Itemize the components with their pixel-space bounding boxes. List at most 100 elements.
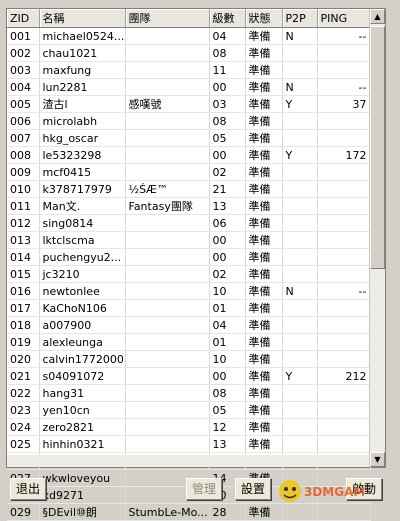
status-cell: 準備: [245, 163, 283, 181]
scroll-up-icon[interactable]: ▲: [370, 9, 385, 24]
ping-cell: [317, 197, 371, 215]
team-cell: [125, 163, 210, 181]
table-row[interactable]: 008 le5323298 00 準備 Y 172: [7, 146, 371, 164]
name-cell: newtonlee: [39, 282, 126, 300]
team-cell: [125, 350, 210, 368]
watermark-logo: 3DMGAME: [272, 478, 374, 506]
name-cell: michael0524...: [39, 27, 126, 45]
ping-cell: [317, 231, 371, 249]
table-row[interactable]: 019 alexleunga 01 準備: [7, 333, 371, 351]
p2p-cell: Y: [282, 95, 318, 113]
team-cell: Fantasy團隊: [125, 197, 210, 215]
p2p-cell: [282, 299, 318, 317]
zid-cell: 004: [7, 78, 40, 96]
zid-cell: 025: [7, 435, 40, 453]
p2p-cell: [282, 197, 318, 215]
column-header[interactable]: ZID: [7, 9, 40, 28]
column-header[interactable]: 級數: [209, 9, 246, 28]
name-cell: KaChoN106: [39, 299, 126, 317]
table-row[interactable]: 009 mcf0415 02 準備: [7, 163, 371, 181]
column-header[interactable]: PING: [317, 9, 371, 28]
scroll-thumb[interactable]: [370, 26, 385, 269]
ping-cell: --: [317, 282, 371, 300]
table-row[interactable]: 016 newtonlee 10 準備 N --: [7, 282, 371, 300]
team-cell: [125, 316, 210, 334]
table-header: ZID 名稱 團隊 級數 狀態 P2P PING: [7, 9, 371, 28]
table-row[interactable]: 010 k378717979 ½ŚÆ™ 21 準備: [7, 180, 371, 198]
table-row[interactable]: 025 hinhin0321 13 準備: [7, 435, 371, 453]
table-row[interactable]: 021 s04091072 00 準備 Y 212: [7, 367, 371, 385]
name-cell: yen10cn: [39, 401, 126, 419]
scroll-down-icon[interactable]: ▼: [370, 452, 385, 467]
team-cell: [125, 129, 210, 147]
table-row[interactable]: 011 Man文. Fantasy團隊 13 準備: [7, 197, 371, 215]
table-row[interactable]: 005 渣古l 感嘆號 03 準備 Y 37: [7, 95, 371, 113]
vertical-scrollbar[interactable]: ▲ ▼: [369, 9, 385, 467]
ping-cell: [317, 112, 371, 130]
table-row[interactable]: 002 chau1021 08 準備: [7, 44, 371, 62]
table-row[interactable]: 001 michael0524... 04 準備 N --: [7, 27, 371, 45]
table-row[interactable]: 020 calvin1772000 10 準備: [7, 350, 371, 368]
zid-cell: 014: [7, 248, 40, 266]
table-row[interactable]: 012 sing0814 06 準備: [7, 214, 371, 232]
table-row[interactable]: 006 microlabh 08 準備: [7, 112, 371, 130]
level-cell: 21: [209, 180, 246, 198]
table-row[interactable]: 014 puchengyu2... 00 準備: [7, 248, 371, 266]
manage-button[interactable]: 管理: [186, 478, 222, 500]
ping-cell: [317, 180, 371, 198]
name-cell: chau1021: [39, 44, 126, 62]
p2p-cell: [282, 265, 318, 283]
table-row[interactable]: 024 zero2821 12 準備: [7, 418, 371, 436]
table-row[interactable]: 004 lun2281 00 準備 N --: [7, 78, 371, 96]
p2p-cell: [282, 180, 318, 198]
table-row[interactable]: 022 hang31 08 準備: [7, 384, 371, 402]
table-row[interactable]: 023 yen10cn 05 準備: [7, 401, 371, 419]
team-cell: [125, 401, 210, 419]
column-header[interactable]: 團隊: [125, 9, 210, 28]
name-cell: le5323298: [39, 146, 126, 164]
level-cell: 00: [209, 231, 246, 249]
name-cell: lktclscma: [39, 231, 126, 249]
table-row[interactable]: 017 KaChoN106 01 準備: [7, 299, 371, 317]
settings-button[interactable]: 設置: [235, 478, 271, 500]
table-row[interactable]: 015 jc3210 02 準備: [7, 265, 371, 283]
ping-cell: [317, 316, 371, 334]
ping-cell: [317, 61, 371, 79]
level-cell: 00: [209, 146, 246, 164]
level-cell: 13: [209, 197, 246, 215]
column-header[interactable]: 名稱: [39, 9, 126, 28]
team-cell: [125, 214, 210, 232]
zid-cell: 021: [7, 367, 40, 385]
column-header[interactable]: P2P: [282, 9, 318, 28]
p2p-cell: [282, 401, 318, 419]
zid-cell: 018: [7, 316, 40, 334]
status-cell: 準備: [245, 282, 283, 300]
status-cell: 準備: [245, 435, 283, 453]
status-cell: 準備: [245, 418, 283, 436]
ping-cell: [317, 248, 371, 266]
table-row[interactable]: 013 lktclscma 00 準備: [7, 231, 371, 249]
exit-button[interactable]: 退出: [10, 478, 46, 500]
ping-cell: [317, 401, 371, 419]
table-row[interactable]: 007 hkg_oscar 05 準備: [7, 129, 371, 147]
table-row[interactable]: 003 maxfung 11 準備: [7, 61, 371, 79]
level-cell: 03: [209, 95, 246, 113]
level-cell: 08: [209, 112, 246, 130]
team-cell: [125, 231, 210, 249]
ping-cell: [317, 214, 371, 232]
table-row[interactable]: 018 a007900 04 準備: [7, 316, 371, 334]
p2p-cell: [282, 333, 318, 351]
p2p-cell: [282, 435, 318, 453]
level-cell: 10: [209, 350, 246, 368]
level-cell: 01: [209, 333, 246, 351]
column-header[interactable]: 狀態: [245, 9, 283, 28]
status-cell: 準備: [245, 333, 283, 351]
zid-cell: 016: [7, 282, 40, 300]
level-cell: 13: [209, 435, 246, 453]
name-cell: hinhin0321: [39, 435, 126, 453]
team-cell: ½ŚÆ™: [125, 180, 210, 198]
p2p-cell: [282, 316, 318, 334]
name-cell: lun2281: [39, 78, 126, 96]
ping-cell: [317, 384, 371, 402]
team-cell: [125, 265, 210, 283]
